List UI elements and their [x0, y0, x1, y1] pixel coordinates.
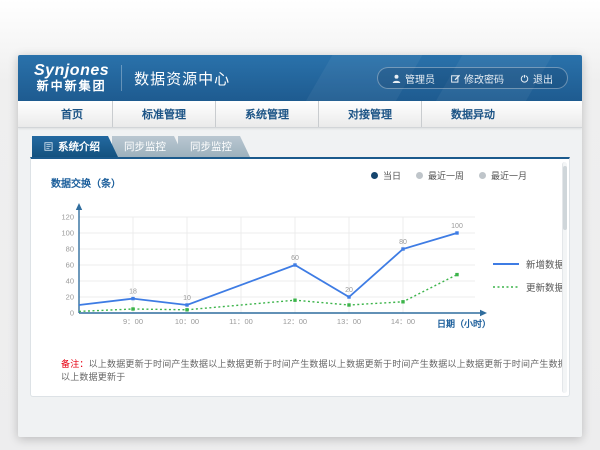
- content-area: 系统介绍 同步监控 同步监控 当日 最近一周: [18, 128, 582, 397]
- brand-logo-cn: 新中新集团: [34, 80, 109, 93]
- svg-text:日期（小时）: 日期（小时）: [437, 318, 491, 329]
- radio-dot-icon: [416, 172, 423, 179]
- radio-label: 当日: [383, 169, 401, 182]
- svg-text:12：00: 12：00: [283, 317, 307, 326]
- svg-text:0: 0: [70, 309, 74, 318]
- radio-label: 最近一周: [428, 169, 464, 182]
- svg-text:10: 10: [183, 295, 191, 302]
- radio-dot-icon: [371, 172, 378, 179]
- tab-sync-monitor-1[interactable]: 同步监控: [112, 136, 184, 157]
- header: Synjones 新中新集团 数据资源中心 管理员 修改密码: [18, 55, 582, 101]
- user-label: 管理员: [405, 71, 435, 86]
- main-nav: 首页 标准管理 系统管理 对接管理 数据异动: [18, 101, 582, 128]
- radio-last-month[interactable]: 最近一月: [479, 169, 527, 182]
- radio-last-week[interactable]: 最近一周: [416, 169, 464, 182]
- nav-item-standard-mgmt[interactable]: 标准管理: [112, 101, 215, 127]
- chart-panel: 当日 最近一周 最近一月 数据交换（条） 0 20 40 60 80 100 120 9：00…: [30, 157, 570, 397]
- radio-dot-icon: [479, 172, 486, 179]
- header-divider: [121, 65, 122, 91]
- nav-item-interface-mgmt[interactable]: 对接管理: [318, 101, 421, 127]
- app-window: Synjones 新中新集团 数据资源中心 管理员 修改密码: [18, 55, 582, 437]
- time-range-filters: 当日 最近一周 最近一月: [371, 169, 527, 182]
- nav-item-data-change[interactable]: 数据异动: [421, 101, 524, 127]
- svg-text:100: 100: [451, 223, 463, 230]
- svg-text:120: 120: [61, 213, 74, 222]
- svg-text:10：00: 10：00: [175, 317, 199, 326]
- svg-text:40: 40: [66, 277, 74, 286]
- power-icon: [520, 74, 529, 83]
- svg-text:60: 60: [66, 261, 74, 270]
- user-bar: 管理员 修改密码 退出: [377, 67, 568, 89]
- tab-label: 同步监控: [190, 139, 232, 154]
- dotted-line-swatch: [493, 285, 519, 289]
- user-menu-admin[interactable]: 管理员: [392, 71, 435, 86]
- legend-label: 更新数据: [526, 280, 564, 294]
- tab-system-intro[interactable]: 系统介绍: [32, 136, 118, 157]
- change-password-label: 修改密码: [464, 71, 504, 86]
- user-icon: [392, 74, 401, 83]
- radio-label: 最近一月: [491, 169, 527, 182]
- svg-text:100: 100: [61, 229, 74, 238]
- footnote: 备注：以上数据更新于时间产生数据以上数据更新于时间产生数据以上数据更新于时间产生…: [61, 357, 569, 383]
- tab-label: 系统介绍: [58, 139, 100, 154]
- brand-logo: Synjones 新中新集团: [34, 63, 109, 92]
- footnote-text: 以上数据更新于时间产生数据以上数据更新于时间产生数据以上数据更新于时间产生数据以…: [61, 359, 567, 382]
- brand-logo-en: Synjones: [34, 63, 109, 80]
- document-icon: [44, 142, 53, 151]
- chart-row: 0 20 40 60 80 100 120 9：00 10：00 11：00 12：00 13：00 1…: [43, 195, 579, 345]
- svg-text:80: 80: [66, 245, 74, 254]
- svg-text:9：00: 9：00: [123, 317, 143, 326]
- solid-line-swatch: [493, 262, 519, 266]
- svg-text:13：00: 13：00: [337, 317, 361, 326]
- logout-label: 退出: [533, 71, 553, 86]
- footnote-prefix: 备注：: [61, 359, 89, 369]
- svg-text:18: 18: [129, 289, 137, 296]
- svg-text:20: 20: [345, 287, 353, 294]
- tab-sync-monitor-2[interactable]: 同步监控: [178, 136, 250, 157]
- change-password-button[interactable]: 修改密码: [451, 71, 504, 86]
- page-title: 数据资源中心: [134, 68, 230, 89]
- y-axis-title: 数据交换（条）: [51, 175, 121, 190]
- line-chart: 0 20 40 60 80 100 120 9：00 10：00 11：00 12：00 13：00 1…: [43, 195, 493, 345]
- svg-text:60: 60: [291, 255, 299, 262]
- tab-bar: 系统介绍 同步监控 同步监控: [32, 136, 570, 157]
- radio-today[interactable]: 当日: [371, 169, 401, 182]
- scrollbar-thumb[interactable]: [563, 166, 567, 230]
- panel-scrollbar: [562, 162, 567, 393]
- svg-text:11：00: 11：00: [229, 317, 253, 326]
- tab-label: 同步监控: [124, 139, 166, 154]
- edit-icon: [451, 74, 460, 83]
- nav-item-home[interactable]: 首页: [32, 101, 112, 127]
- svg-text:14：00: 14：00: [391, 317, 415, 326]
- legend-label: 新增数据: [526, 257, 564, 271]
- nav-item-system-mgmt[interactable]: 系统管理: [215, 101, 318, 127]
- svg-text:20: 20: [66, 293, 74, 302]
- logout-button[interactable]: 退出: [520, 71, 553, 86]
- svg-text:80: 80: [399, 239, 407, 246]
